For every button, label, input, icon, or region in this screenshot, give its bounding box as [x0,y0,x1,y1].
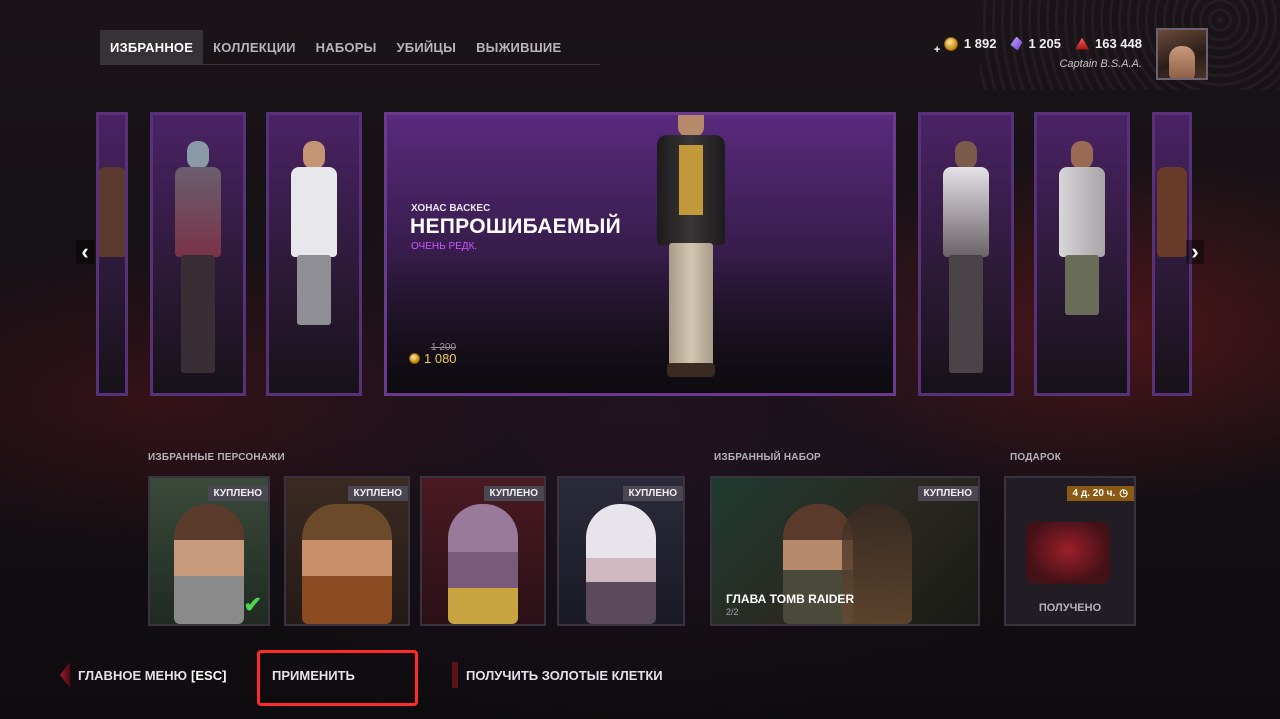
figure-head [955,141,977,169]
character-portrait [586,504,656,624]
tab-bundles[interactable]: НАБОРЫ [306,30,387,64]
shard-icon [1010,36,1023,51]
price: 1 080 [409,351,457,366]
featured-characters-title: ИЗБРАННЫЕ ПЕРСОНАЖИ [148,452,285,463]
figure-legs [297,255,331,325]
back-arrow-icon [60,662,70,688]
character-boots [667,363,715,377]
button-marker [452,662,458,688]
figure-head [303,141,325,169]
tab-collections[interactable]: КОЛЛЕКЦИИ [203,30,306,64]
character-figure [943,131,989,381]
character-portrait [174,504,244,624]
figure-legs [181,255,215,373]
avatar[interactable] [1156,28,1208,80]
plus-icon[interactable]: + [934,44,940,56]
auric-cells[interactable]: + 1 892 [934,36,997,56]
figure-head [187,141,209,169]
auric-cells-value: 1 892 [963,36,997,51]
auric-cell-icon [943,36,958,51]
bloodpoints-value: 163 448 [1095,36,1142,51]
character-legs [669,243,713,371]
price-value: 1 080 [424,351,457,366]
bundle-portrait-secondary [841,504,912,624]
check-icon: ✔ [243,592,262,617]
featured-bundle-tile[interactable]: КУПЛЕНО ГЛАВА TOMB RAIDER 2/2 [710,476,980,626]
username: Captain B.S.A.A. [1059,58,1142,70]
gift-tile[interactable]: 4 д. 20 ч. ◷ ПОЛУЧЕНО [1004,476,1136,626]
featured-item-title: НЕПРОШИБАЕМЫЙ [410,215,622,238]
currency-bar: + 1 892 1 205 163 448 [934,36,1142,56]
figure-body [175,167,221,257]
figure-legs [1065,255,1099,315]
main-menu-label: ГЛАВНОЕ МЕНЮ [78,667,188,683]
tab-killers[interactable]: УБИЙЦЫ [387,30,467,64]
purchased-badge: КУПЛЕНО [347,486,408,501]
featured-rarity: ОЧЕНЬ РЕДК. [411,241,478,252]
carousel-card-partial-left[interactable] [96,112,128,396]
purchased-badge: КУПЛЕНО [483,486,544,501]
figure-legs [949,255,983,373]
main-menu-button[interactable]: ГЛАВНОЕ МЕНЮ [ESC] [60,660,226,690]
get-auric-cells-label: ПОЛУЧИТЬ ЗОЛОТЫЕ КЛЕТКИ [466,667,663,683]
figure-body [291,167,337,257]
purchased-badge: КУПЛЕНО [622,486,683,501]
purchased-badge: КУПЛЕНО [207,486,268,501]
clock-icon: ◷ [1119,488,1128,499]
carousel-card-survivor-1[interactable] [266,112,362,396]
get-auric-cells-button[interactable]: ПОЛУЧИТЬ ЗОЛОТЫЕ КЛЕТКИ [452,660,663,690]
featured-bundle-title: ИЗБРАННЫЙ НАБОР [714,452,821,463]
character-portrait [302,504,392,624]
tab-featured[interactable]: ИЗБРАННОЕ [100,30,204,64]
figure-body [1059,167,1105,257]
character-figure [291,131,337,381]
gift-status: ПОЛУЧЕНО [1038,602,1102,614]
carousel-prev-icon[interactable]: ‹ [76,239,94,264]
figure-body [1157,167,1187,257]
figure-body [943,167,989,257]
figure-body [99,167,125,257]
gift-timer: 4 д. 20 ч. ◷ [1066,486,1134,501]
esc-key-hint: [ESC] [191,667,227,683]
shards-value: 1 205 [1028,36,1061,51]
character-portrait [448,504,518,624]
character-tile-2[interactable]: КУПЛЕНО [284,476,410,626]
gift-timer-value: 4 д. 20 ч. [1072,488,1116,499]
gift-title: ПОДАРОК [1010,452,1061,463]
bundle-count: 2/2 [726,607,739,617]
carousel-next-icon[interactable]: › [1186,239,1204,264]
character-vest [679,145,703,215]
character-tile-3[interactable]: КУПЛЕНО [420,476,546,626]
featured-item-card[interactable]: ХОНАС ВАСКЕС НЕПРОШИБАЕМЫЙ ОЧЕНЬ РЕДК. 1… [384,112,896,396]
tab-survivors[interactable]: ВЫЖИВШИЕ [466,30,571,64]
avatar-face [1169,46,1195,78]
carousel-card-survivor-3[interactable] [1034,112,1130,396]
carousel-card-killer[interactable] [150,112,246,396]
character-figure [175,131,221,381]
character-figure [1059,131,1105,381]
character-head [678,115,704,137]
featured-character-name: ХОНАС ВАСКЕС [411,203,491,214]
bloodpoints: 163 448 [1075,36,1142,51]
iridescent-shards: 1 205 [1010,36,1061,51]
purchased-badge: КУПЛЕНО [917,486,978,501]
apply-highlight [257,650,418,706]
character-tile-4[interactable]: КУПЛЕНО [557,476,685,626]
nav-divider [100,64,600,65]
featured-character [651,115,731,393]
gift-chest [1026,522,1110,584]
auric-cell-icon [409,353,420,364]
bloodpoints-icon [1075,37,1089,50]
bundle-name: ГЛАВА TOMB RAIDER [726,592,855,606]
character-figure [99,131,125,381]
figure-head [1071,141,1093,169]
character-tile-1[interactable]: КУПЛЕНО ✔ [148,476,270,626]
top-nav: ИЗБРАННОЕ КОЛЛЕКЦИИ НАБОРЫ УБИЙЦЫ ВЫЖИВШ… [100,30,571,64]
carousel-card-survivor-2[interactable] [918,112,1014,396]
